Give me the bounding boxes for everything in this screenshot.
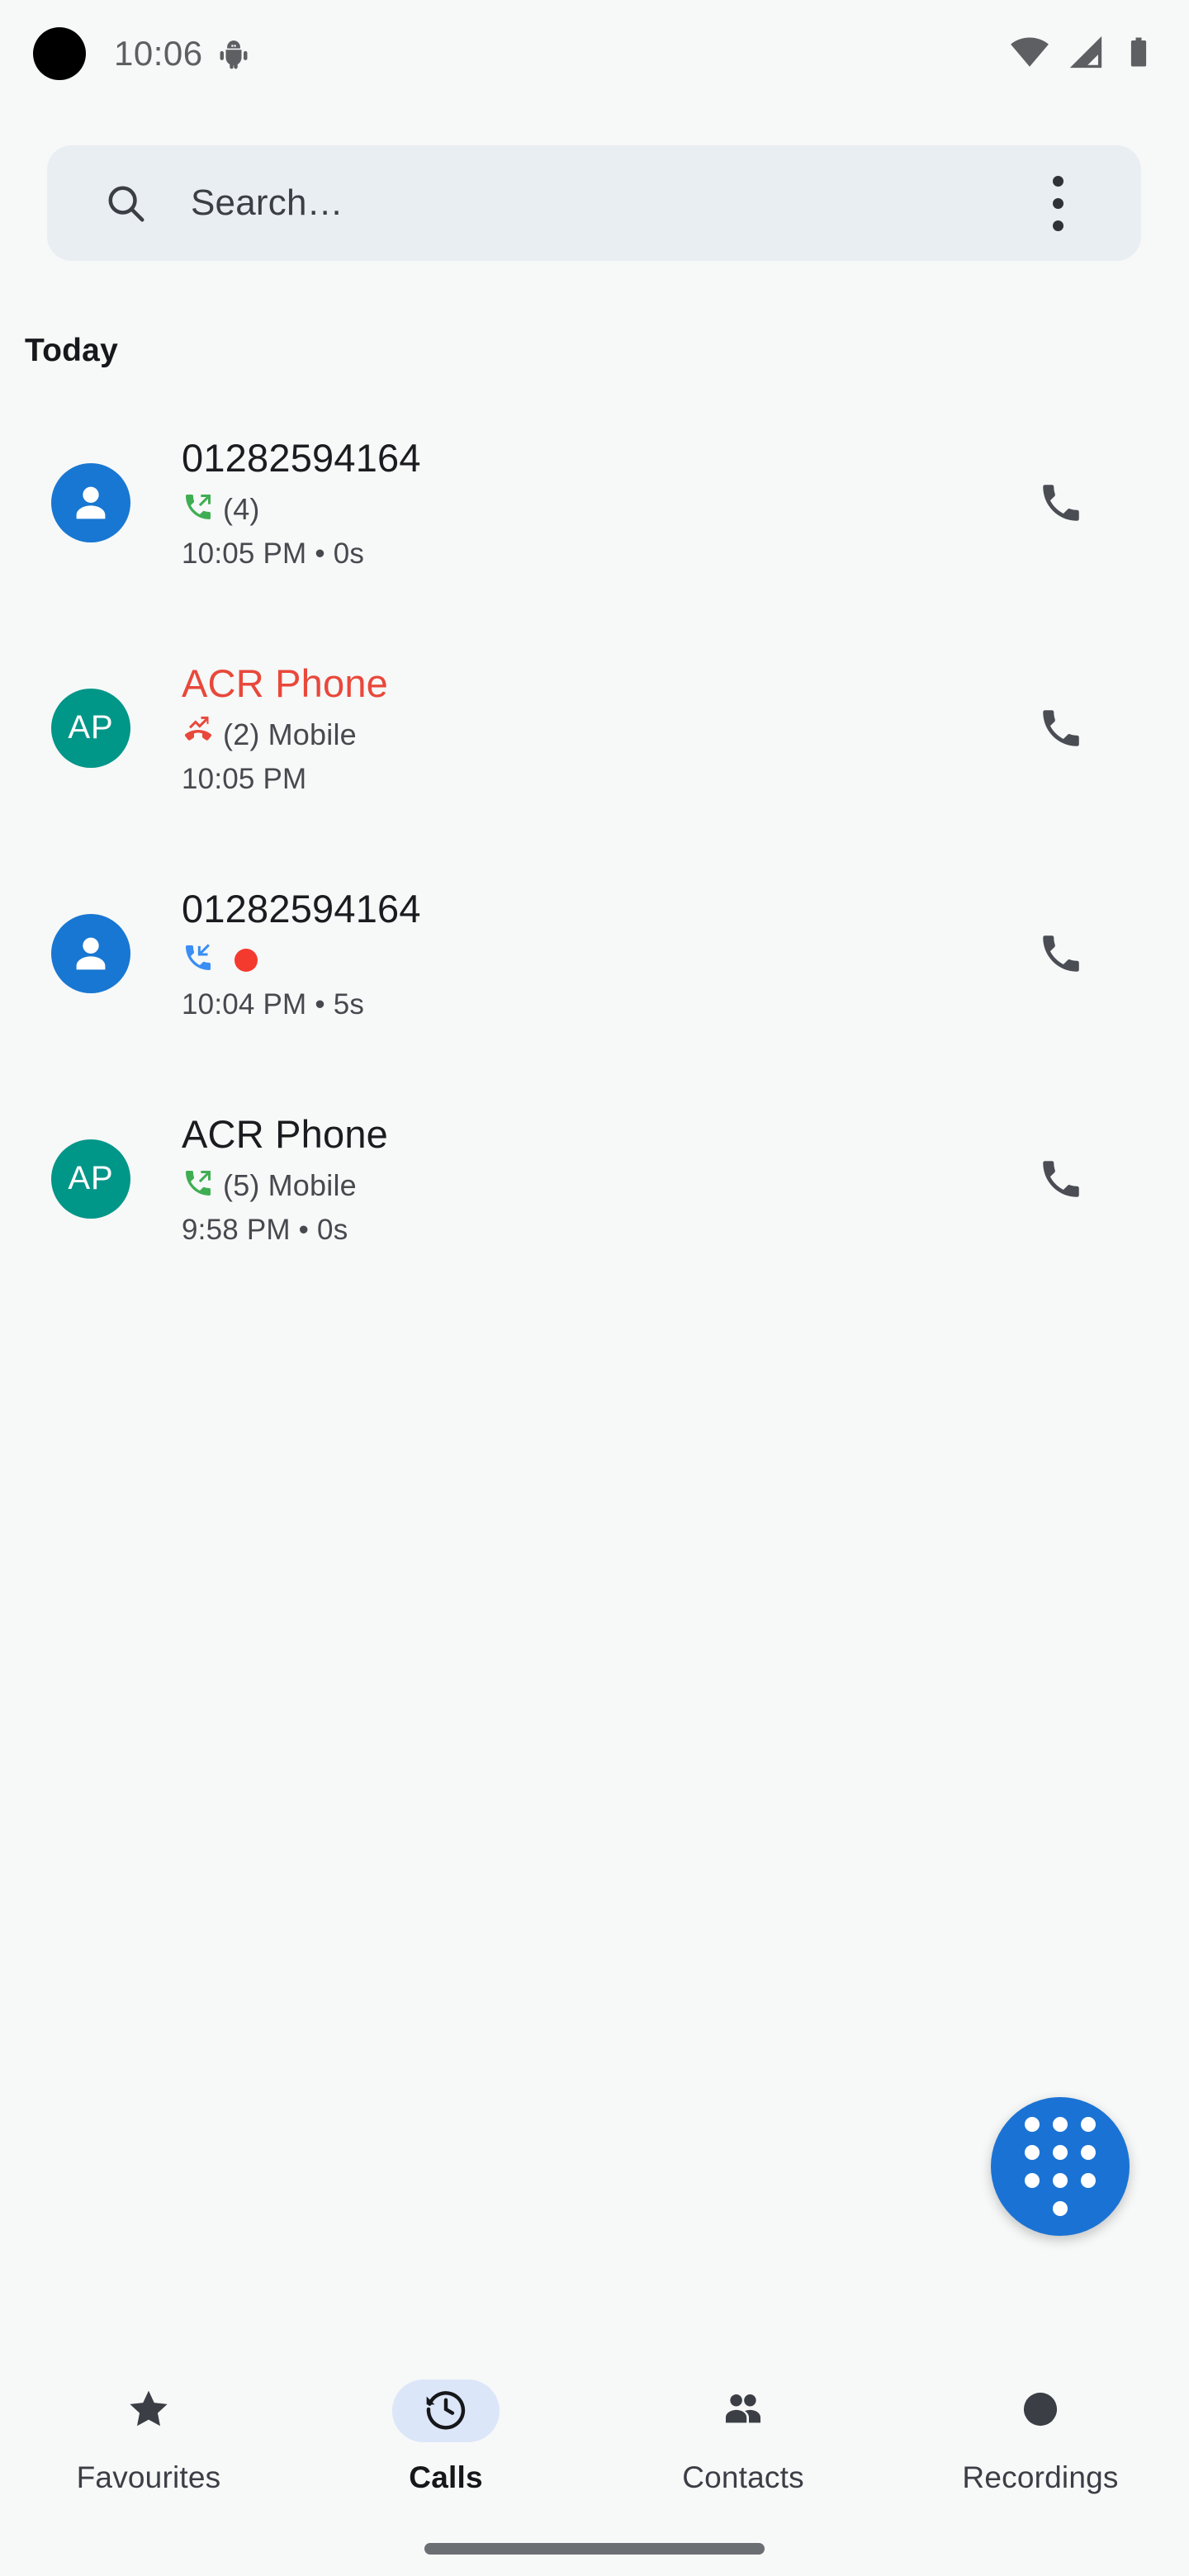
nav-pill-recordings xyxy=(987,2379,1094,2442)
history-icon xyxy=(423,2386,469,2436)
nav-item-favourites[interactable]: Favourites xyxy=(0,2361,297,2495)
call-meta: (4) xyxy=(182,490,983,528)
avatar[interactable] xyxy=(51,462,130,542)
status-bar-indicators xyxy=(1009,31,1156,77)
android-debug-icon xyxy=(218,38,249,69)
star-icon xyxy=(126,2386,172,2436)
nav-pill-favourites xyxy=(95,2379,202,2442)
table-row[interactable]: AP ACR Phone (2) Mobile 10:05 PM xyxy=(0,615,1189,841)
table-row[interactable]: AP ACR Phone (5) Mobile 9:58 PM • 0s xyxy=(0,1066,1189,1291)
nav-item-contacts[interactable]: Contacts xyxy=(594,2361,892,2495)
cellular-signal-icon xyxy=(1067,33,1105,75)
call-log-list: 01282594164 (4) 10:05 PM • 0s AP ACR Pho… xyxy=(0,390,1189,1291)
nav-label-calls: Calls xyxy=(409,2460,483,2494)
call-back-button[interactable] xyxy=(983,1101,1139,1257)
status-bar: 10:06 xyxy=(0,0,1189,107)
call-back-button[interactable] xyxy=(983,875,1139,1032)
avatar-initials: AP xyxy=(68,709,114,746)
call-back-button[interactable] xyxy=(983,424,1139,581)
call-made-icon xyxy=(182,1167,215,1204)
phone-screen: 10:06 Search… Today 01282594164 (4) 10:0… xyxy=(0,0,1189,2576)
call-line-label: Mobile xyxy=(268,1167,357,1202)
dialpad-fab[interactable] xyxy=(991,2097,1130,2236)
call-row-body: 01282594164 (4) 10:05 PM • 0s xyxy=(182,434,983,571)
avatar[interactable]: AP xyxy=(51,1139,130,1219)
recording-indicator-icon xyxy=(234,948,258,972)
camera-cutout-icon xyxy=(33,27,86,80)
nav-label-recordings: Recordings xyxy=(962,2460,1119,2494)
section-header-today: Today xyxy=(25,333,118,368)
nav-pill-contacts xyxy=(689,2379,797,2442)
call-title: 01282594164 xyxy=(182,887,421,931)
call-meta: (2) Mobile xyxy=(182,716,983,754)
nav-label-contacts: Contacts xyxy=(682,2460,804,2494)
search-icon xyxy=(103,181,148,225)
more-vert-icon[interactable] xyxy=(1029,166,1087,240)
call-title: ACR Phone xyxy=(182,1112,388,1157)
call-time: 9:58 PM • 0s xyxy=(182,1213,348,1246)
call-count: (5) xyxy=(223,1167,260,1202)
call-row-body: 01282594164 10:04 PM • 5s xyxy=(182,885,983,1021)
call-line-label: Mobile xyxy=(268,717,357,751)
wifi-full-icon xyxy=(1009,31,1050,77)
call-count: (2) xyxy=(223,717,260,751)
search-bar[interactable]: Search… xyxy=(47,145,1141,261)
table-row[interactable]: 01282594164 (4) 10:05 PM • 0s xyxy=(0,390,1189,615)
record-circle-icon xyxy=(1017,2386,1063,2436)
table-row[interactable]: 01282594164 10:04 PM • 5s xyxy=(0,841,1189,1066)
call-meta: (5) Mobile xyxy=(182,1167,983,1205)
call-title: ACR Phone xyxy=(182,661,388,706)
avatar[interactable] xyxy=(51,913,130,993)
call-back-button[interactable] xyxy=(983,650,1139,807)
call-meta xyxy=(182,941,983,979)
dialpad-icon xyxy=(1025,2117,1096,2216)
nav-item-recordings[interactable]: Recordings xyxy=(892,2361,1189,2495)
people-icon xyxy=(720,2386,766,2436)
call-received-icon xyxy=(182,941,215,978)
avatar[interactable]: AP xyxy=(51,688,130,768)
nav-item-calls[interactable]: Calls xyxy=(297,2361,594,2495)
nav-label-favourites: Favourites xyxy=(76,2460,221,2494)
call-time: 10:05 PM xyxy=(182,762,307,795)
call-row-body: ACR Phone (5) Mobile 9:58 PM • 0s xyxy=(182,1110,983,1247)
call-count: (4) xyxy=(223,491,260,526)
battery-full-icon xyxy=(1121,35,1156,73)
call-made-icon xyxy=(182,490,215,528)
call-row-body: ACR Phone (2) Mobile 10:05 PM xyxy=(182,660,983,796)
call-missed-icon xyxy=(182,716,215,753)
gesture-navigation-bar[interactable] xyxy=(424,2543,765,2555)
status-bar-time: 10:06 xyxy=(114,34,203,73)
nav-pill-calls xyxy=(392,2379,500,2442)
call-time: 10:05 PM • 0s xyxy=(182,537,365,570)
call-title: 01282594164 xyxy=(182,436,421,481)
call-time: 10:04 PM • 5s xyxy=(182,987,365,1020)
search-input[interactable]: Search… xyxy=(191,182,1029,224)
avatar-initials: AP xyxy=(68,1160,114,1196)
